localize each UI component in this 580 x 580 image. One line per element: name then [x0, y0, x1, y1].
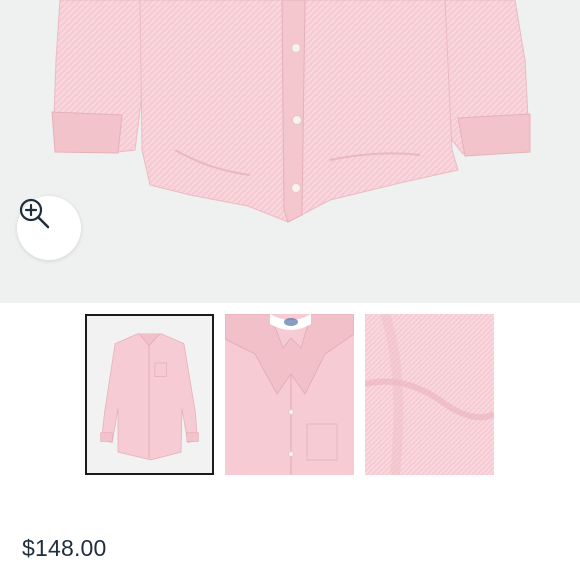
shirt-front-thumbnail-image [87, 316, 212, 473]
zoom-in-icon [19, 198, 50, 229]
zoom-button[interactable] [17, 196, 81, 260]
product-main-image[interactable] [0, 0, 580, 303]
thumbnail-strip [85, 314, 494, 477]
thumbnail-full-front[interactable] [85, 314, 214, 475]
thumbnail-fabric-texture[interactable] [365, 314, 494, 475]
product-price: $148.00 [22, 535, 107, 561]
shirt-collar-thumbnail-image [225, 314, 354, 475]
thumbnail-collar-closeup[interactable] [225, 314, 354, 475]
fabric-texture-thumbnail-image [365, 314, 494, 475]
shirt-hero-illustration [51, 0, 531, 223]
